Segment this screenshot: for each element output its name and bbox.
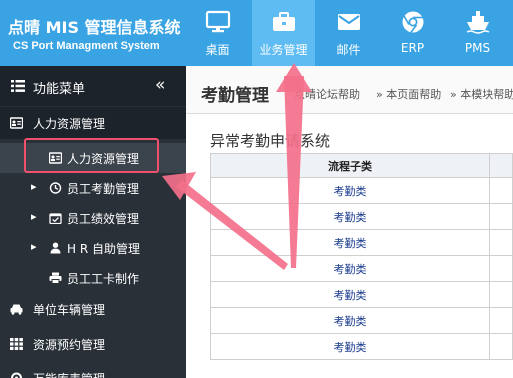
caret-right-icon: ▸ (31, 210, 37, 223)
nav-label: ERP (400, 41, 425, 55)
sidebar-item-label: 资源预约管理 (33, 338, 106, 352)
user-icon (50, 242, 61, 254)
sidebar-header: 功能菜单 « (0, 66, 186, 106)
nav-pms[interactable]: PMS (446, 0, 509, 66)
list-icon (11, 80, 25, 92)
table-cell (489, 281, 513, 308)
annotation-highlight-box (24, 138, 159, 173)
table-cell-link[interactable]: 考勤类 (209, 203, 491, 230)
table-cell (489, 203, 513, 230)
sidebar-item-vehicles[interactable]: 单位车辆管理 (0, 293, 186, 325)
table-cell (489, 255, 513, 282)
caret-right-icon: ▸ (31, 240, 37, 253)
sidebar-item-hr[interactable]: 人力资源管理 (0, 107, 186, 139)
breadcrumb-forum-help[interactable]: 点晴论坛帮助 (294, 86, 360, 102)
car-icon (10, 304, 23, 315)
section-title: 异常考勤申请系统 (210, 132, 331, 150)
breadcrumb: 考勤管理 点晴论坛帮助 » 本页面帮助 » 本模块帮助 (186, 66, 513, 114)
double-chevron-left-icon[interactable]: « (155, 75, 165, 95)
ship-icon (466, 11, 489, 34)
table-cell (489, 229, 513, 256)
breadcrumb-page-help[interactable]: » 本页面帮助 (376, 86, 441, 102)
sidebar-item-performance[interactable]: ▸ 员工绩效管理 (0, 203, 186, 233)
table-cell (489, 177, 513, 204)
sidebar-item-label: H R 自助管理 (67, 242, 140, 256)
table-header-row: 流程子类 (209, 153, 513, 178)
nav-label: 桌面 (205, 43, 230, 57)
id-card-icon (10, 117, 23, 129)
breadcrumb-module-help[interactable]: » 本模块帮助 (450, 86, 513, 102)
sidebar-item-label: 万能库表管理 (33, 370, 105, 378)
nav-label: 邮件 (336, 43, 361, 57)
table-row: 考勤类 (209, 281, 513, 308)
brand: 点晴 MIS 管理信息系统 CS Port Managment System (0, 0, 186, 66)
nav-label: 业务管理 (259, 43, 308, 57)
table-row: 考勤类 (209, 255, 513, 282)
calendar-check-icon (49, 213, 62, 224)
process-table: 流程子类 考勤类 考勤类 考勤类 考勤类 考勤类 考勤类 考勤类 (209, 153, 513, 360)
sidebar-item-label: 员工工卡制作 (67, 272, 140, 286)
table-row: 考勤类 (209, 333, 513, 360)
nav-desktop[interactable]: 桌面 (186, 0, 249, 66)
table-row: 考勤类 (209, 229, 513, 256)
column-header: 流程子类 (209, 153, 491, 178)
brand-subtitle: CS Port Managment System (13, 40, 160, 52)
table-row: 考勤类 (209, 203, 513, 230)
table-cell-link[interactable]: 考勤类 (209, 307, 491, 334)
table-row: 考勤类 (209, 177, 513, 204)
sidebar-item-label: 员工考勤管理 (67, 182, 140, 196)
nav-erp[interactable]: ERP (381, 0, 444, 66)
clock-icon (49, 182, 62, 194)
printer-icon (49, 272, 62, 284)
sidebar-title: 功能菜单 (33, 82, 86, 97)
sidebar: 功能菜单 « 人力资源管理 人力资源管理 ▸ 员工考勤管理 ▸ 员工绩效管理 ▸… (0, 66, 186, 378)
sidebar-item-universal-tables[interactable]: 万能库表管理 (0, 362, 186, 378)
table-cell-link[interactable]: 考勤类 (209, 255, 491, 282)
top-header: 点晴 MIS 管理信息系统 CS Port Managment System 桌… (0, 0, 513, 66)
sidebar-item-label: 单位车辆管理 (33, 303, 106, 317)
envelope-icon (337, 14, 360, 30)
table-cell (489, 307, 513, 334)
page-title: 考勤管理 (201, 86, 269, 106)
table-cell-link[interactable]: 考勤类 (209, 229, 491, 256)
brand-title: 点晴 MIS 管理信息系统 (8, 18, 181, 37)
sidebar-item-attendance[interactable]: ▸ 员工考勤管理 (0, 173, 186, 203)
nav-label: PMS (464, 41, 491, 55)
settings-icon (11, 372, 22, 378)
grid-icon (10, 338, 23, 350)
nav-business[interactable]: 业务管理 (252, 0, 315, 66)
table-cell-link[interactable]: 考勤类 (209, 281, 491, 308)
sidebar-item-label: 员工绩效管理 (67, 212, 140, 226)
nav-mail[interactable]: 邮件 (317, 0, 380, 66)
sidebar-item-resource-booking[interactable]: 资源预约管理 (0, 328, 186, 360)
chrome-icon (402, 11, 423, 33)
sidebar-item-label: 人力资源管理 (33, 117, 106, 131)
column-header (489, 153, 513, 178)
monitor-icon (205, 10, 230, 33)
main-content: 考勤管理 点晴论坛帮助 » 本页面帮助 » 本模块帮助 异常考勤申请系统 流程子… (186, 66, 513, 378)
table-row: 考勤类 (209, 307, 513, 334)
caret-right-icon: ▸ (31, 180, 37, 193)
briefcase-icon (272, 12, 295, 31)
table-cell-link[interactable]: 考勤类 (209, 333, 491, 360)
sidebar-item-badge-print[interactable]: 员工工卡制作 (0, 263, 186, 293)
table-cell-link[interactable]: 考勤类 (209, 177, 491, 204)
table-cell (489, 333, 513, 360)
sidebar-item-hr-self-service[interactable]: ▸ H R 自助管理 (0, 233, 186, 263)
